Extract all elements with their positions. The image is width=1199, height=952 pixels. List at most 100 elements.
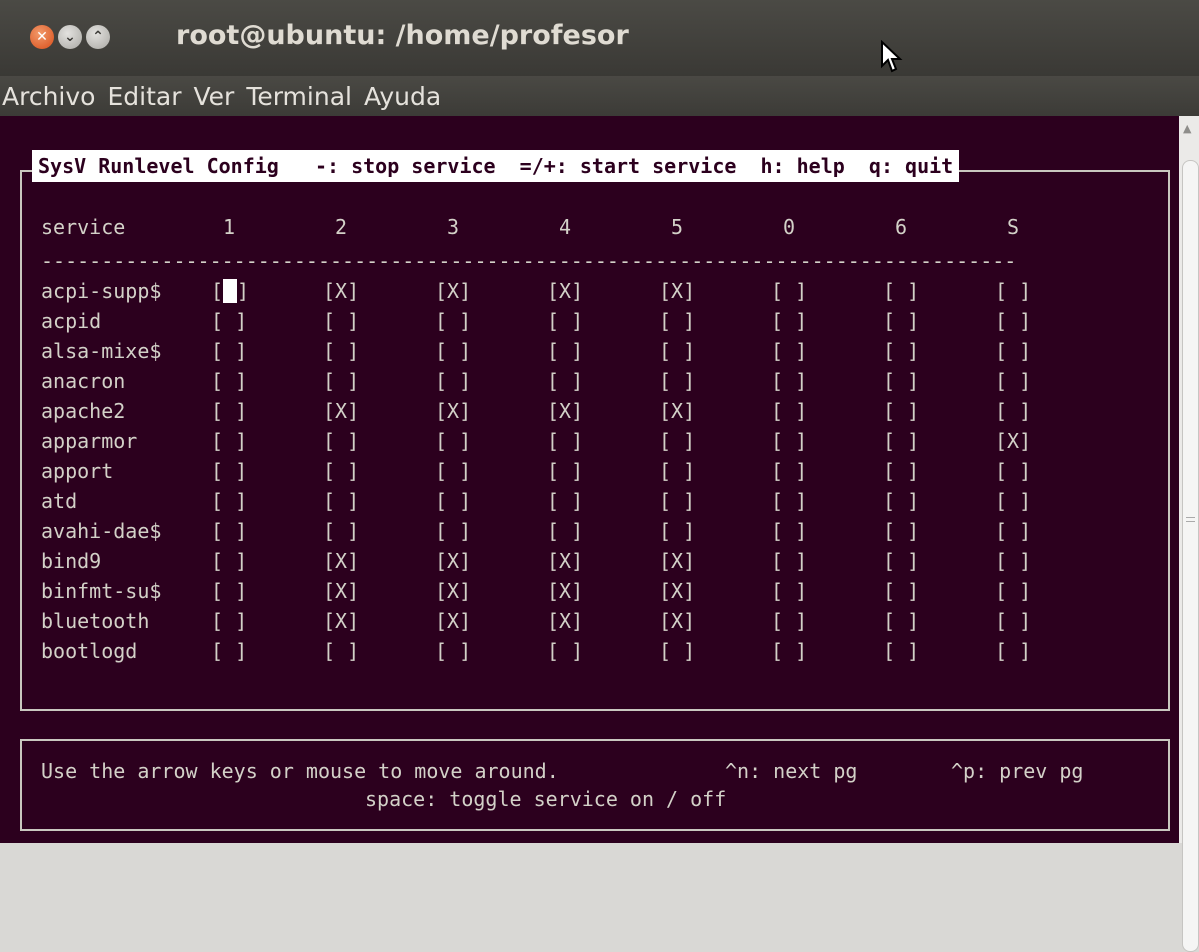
runlevel-checkbox[interactable]: [X] <box>659 576 695 606</box>
table-row[interactable]: apparmor [ ] [ ] [ ] [ ] [ ] [ ] [ ] [X] <box>41 426 1141 456</box>
close-icon[interactable]: ✕ <box>30 25 54 49</box>
runlevel-checkbox[interactable]: [ ] <box>771 606 807 636</box>
runlevel-checkbox[interactable]: [X] <box>659 396 695 426</box>
runlevel-checkbox[interactable]: [ ] <box>211 306 247 336</box>
runlevel-checkbox[interactable]: [ ] <box>883 516 919 546</box>
runlevel-checkbox[interactable]: [ ] <box>211 606 247 636</box>
table-row[interactable]: bluetooth [ ] [X] [X] [X] [X] [ ] [ ] [ ] <box>41 606 1141 636</box>
runlevel-checkbox[interactable]: [ ] <box>995 636 1031 666</box>
runlevel-checkbox[interactable]: [ ] <box>211 486 247 516</box>
runlevel-checkbox[interactable]: [X] <box>659 276 695 306</box>
runlevel-checkbox[interactable]: [ ] <box>659 456 695 486</box>
runlevel-checkbox[interactable]: [X] <box>659 546 695 576</box>
runlevel-checkbox[interactable]: [ ] <box>211 336 247 366</box>
runlevel-checkbox[interactable]: [ ] <box>883 426 919 456</box>
runlevel-checkbox[interactable]: [ ] <box>995 366 1031 396</box>
runlevel-checkbox[interactable]: [X] <box>435 606 471 636</box>
runlevel-checkbox[interactable]: [ ] <box>435 636 471 666</box>
menu-archivo[interactable]: Archivo <box>0 82 101 111</box>
runlevel-checkbox[interactable]: [ ] <box>883 546 919 576</box>
runlevel-checkbox[interactable]: [X] <box>547 606 583 636</box>
runlevel-checkbox[interactable]: [ ] <box>547 516 583 546</box>
runlevel-checkbox[interactable]: [ ] <box>323 426 359 456</box>
runlevel-checkbox[interactable]: [ ] <box>883 576 919 606</box>
runlevel-checkbox[interactable]: [ ] <box>547 456 583 486</box>
runlevel-checkbox[interactable]: [ ] <box>995 336 1031 366</box>
runlevel-checkbox[interactable]: [ ] <box>659 306 695 336</box>
runlevel-checkbox[interactable]: [ ] <box>435 456 471 486</box>
runlevel-checkbox[interactable]: [X] <box>995 426 1031 456</box>
runlevel-checkbox[interactable]: [ ] <box>771 576 807 606</box>
window-titlebar[interactable]: ✕ ⌄ ⌃ root@ubuntu: /home/profesor <box>0 0 1199 76</box>
runlevel-checkbox[interactable]: [ ] <box>995 456 1031 486</box>
runlevel-checkbox[interactable]: [ ] <box>883 456 919 486</box>
runlevel-checkbox[interactable]: [X] <box>547 396 583 426</box>
runlevel-checkbox[interactable]: [ ] <box>995 606 1031 636</box>
runlevel-checkbox[interactable]: [ ] <box>659 366 695 396</box>
table-row[interactable]: bind9 [ ] [X] [X] [X] [X] [ ] [ ] [ ] <box>41 546 1141 576</box>
runlevel-checkbox[interactable]: [ ] <box>659 516 695 546</box>
runlevel-checkbox[interactable]: [ ] <box>547 336 583 366</box>
table-row[interactable]: anacron [ ] [ ] [ ] [ ] [ ] [ ] [ ] [ ] <box>41 366 1141 396</box>
runlevel-checkbox[interactable]: [ ] <box>995 516 1031 546</box>
runlevel-checkbox[interactable]: [ ] <box>883 276 919 306</box>
runlevel-checkbox[interactable]: [ ] <box>883 396 919 426</box>
runlevel-checkbox[interactable]: [ ] <box>323 516 359 546</box>
runlevel-checkbox[interactable]: [X] <box>435 546 471 576</box>
runlevel-checkbox[interactable]: [ ] <box>211 366 247 396</box>
runlevel-checkbox[interactable]: [ ] <box>659 426 695 456</box>
runlevel-checkbox[interactable]: [ ] <box>771 456 807 486</box>
table-row[interactable]: acpi-supp$ [] [X] [X] [X] [X] [ ] [ ] [ ] <box>41 276 1141 306</box>
table-row[interactable]: apache2 [ ] [X] [X] [X] [X] [ ] [ ] [ ] <box>41 396 1141 426</box>
runlevel-checkbox[interactable]: [ ] <box>211 636 247 666</box>
vertical-scrollbar[interactable]: ▲ <box>1179 116 1199 952</box>
runlevel-checkbox[interactable]: [ ] <box>323 636 359 666</box>
runlevel-checkbox[interactable]: [ ] <box>883 336 919 366</box>
runlevel-checkbox[interactable]: [ ] <box>771 306 807 336</box>
runlevel-checkbox[interactable]: [ ] <box>659 636 695 666</box>
menu-ver[interactable]: Ver <box>187 82 240 111</box>
runlevel-checkbox[interactable]: [ ] <box>659 336 695 366</box>
runlevel-checkbox[interactable]: [X] <box>547 276 583 306</box>
runlevel-checkbox[interactable]: [ ] <box>771 636 807 666</box>
menu-editar[interactable]: Editar <box>101 82 187 111</box>
runlevel-checkbox[interactable]: [ ] <box>995 576 1031 606</box>
runlevel-checkbox[interactable]: [ ] <box>547 366 583 396</box>
runlevel-checkbox[interactable]: [ ] <box>547 636 583 666</box>
runlevel-checkbox[interactable]: [ ] <box>323 306 359 336</box>
runlevel-checkbox[interactable]: [X] <box>323 396 359 426</box>
runlevel-checkbox[interactable]: [ ] <box>883 306 919 336</box>
runlevel-checkbox[interactable]: [ ] <box>435 306 471 336</box>
runlevel-checkbox[interactable]: [ ] <box>547 426 583 456</box>
runlevel-checkbox[interactable]: [ ] <box>323 486 359 516</box>
runlevel-checkbox[interactable]: [ ] <box>435 426 471 456</box>
runlevel-checkbox[interactable]: [ ] <box>659 486 695 516</box>
runlevel-checkbox[interactable]: [X] <box>659 606 695 636</box>
runlevel-checkbox[interactable]: [ ] <box>435 366 471 396</box>
runlevel-checkbox[interactable]: [X] <box>323 606 359 636</box>
minimize-icon[interactable]: ⌄ <box>58 25 82 49</box>
runlevel-checkbox[interactable]: [X] <box>435 276 471 306</box>
runlevel-checkbox[interactable]: [ ] <box>771 396 807 426</box>
scrollbar-thumb[interactable] <box>1182 160 1199 952</box>
runlevel-checkbox[interactable]: [ ] <box>771 336 807 366</box>
table-row[interactable]: atd [ ] [ ] [ ] [ ] [ ] [ ] [ ] [ ] <box>41 486 1141 516</box>
runlevel-checkbox[interactable]: [X] <box>323 576 359 606</box>
runlevel-checkbox[interactable]: [X] <box>435 396 471 426</box>
table-row[interactable]: acpid [ ] [ ] [ ] [ ] [ ] [ ] [ ] [ ] <box>41 306 1141 336</box>
runlevel-checkbox[interactable]: [ ] <box>211 576 247 606</box>
runlevel-checkbox[interactable]: [ ] <box>995 546 1031 576</box>
table-row[interactable]: binfmt-su$ [ ] [X] [X] [X] [X] [ ] [ ] [ ] <box>41 576 1141 606</box>
runlevel-checkbox[interactable]: [ ] <box>995 486 1031 516</box>
runlevel-checkbox[interactable]: [] <box>211 276 249 306</box>
menu-terminal[interactable]: Terminal <box>240 82 358 111</box>
runlevel-checkbox[interactable]: [ ] <box>211 426 247 456</box>
runlevel-checkbox[interactable]: [ ] <box>211 456 247 486</box>
runlevel-checkbox[interactable]: [ ] <box>211 396 247 426</box>
runlevel-checkbox[interactable]: [ ] <box>435 486 471 516</box>
runlevel-checkbox[interactable]: [ ] <box>547 306 583 336</box>
runlevel-checkbox[interactable]: [ ] <box>771 426 807 456</box>
runlevel-checkbox[interactable]: [ ] <box>995 306 1031 336</box>
menu-ayuda[interactable]: Ayuda <box>358 82 447 111</box>
runlevel-checkbox[interactable]: [X] <box>547 576 583 606</box>
